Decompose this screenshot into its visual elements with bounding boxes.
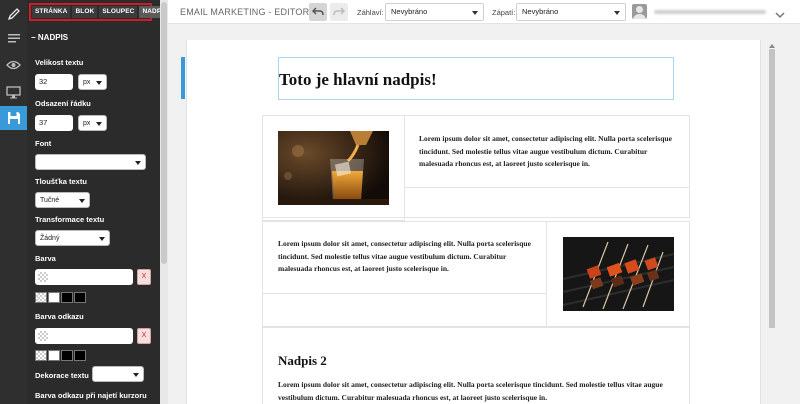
save-icon[interactable] [0,106,27,130]
caret-down-icon [135,161,141,165]
font-size-unit-value: px [83,79,91,86]
caret-down-icon [99,237,105,241]
swatch-white[interactable] [48,350,60,361]
footer-select-label: Zápatí: [492,8,516,17]
color-swatches [35,292,86,303]
line-height-label: Odsazení řádku [35,99,91,108]
line-height-unit-select[interactable]: px [78,115,107,131]
tab-nadpis[interactable]: NADPIS [139,6,160,18]
skewers-photo[interactable] [563,237,674,311]
avatar[interactable] [632,4,647,19]
main-heading[interactable]: Toto je hlavní nadpis! [279,70,437,90]
header-select[interactable]: Nevybráno [385,3,484,21]
swatch-black-2[interactable] [74,350,86,361]
text-transform-label: Transformace textu [35,215,105,224]
hover-link-color-label: Barva odkazu při najetí kurzoru [35,391,147,400]
text-transform-value: Žádný [40,235,60,242]
header-select-value: Nevybráno [391,7,428,16]
caret-down-icon [96,81,102,85]
font-size-unit-select[interactable]: px [78,74,107,90]
transparent-swatch [38,331,48,341]
tab-blok[interactable]: BLOK [72,6,98,18]
element-tabs: STRÁNKA BLOK SLOUPEC NADPIS [29,3,160,21]
panel-scrollbar-thumb[interactable] [161,2,167,264]
font-size-input[interactable]: 32 [35,74,73,90]
app-title: EMAIL MARKETING - EDITOR [180,7,310,17]
font-size-label: Velikost textu [35,58,84,67]
pencil-icon[interactable] [0,2,27,26]
line-height-unit-value: px [83,120,91,127]
editor-header: EMAIL MARKETING - EDITOR Záhlaví: Nevybr… [168,0,800,24]
clear-color-button[interactable]: X [137,269,151,285]
text-decoration-select[interactable] [92,366,144,382]
panel-scrollbar[interactable] [160,0,168,404]
redo-icon [333,7,345,16]
selected-block-marker [181,57,185,99]
font-weight-select[interactable]: Tučné [35,192,90,208]
scroll-up-arrow-icon[interactable] [769,44,775,48]
undo-icon [312,7,324,16]
font-label: Font [35,139,52,148]
row-3-paragraph[interactable]: Lorem ipsum dolor sit amet, consectetur … [278,379,678,404]
caret-down-icon [96,122,102,126]
text-lines-icon[interactable] [0,27,27,51]
canvas-scrollbar-thumb[interactable] [769,49,775,328]
undo-button[interactable] [309,3,327,21]
text-decoration-label: Dekorace textu [35,371,89,380]
swatch-white[interactable] [48,292,60,303]
swatch-black[interactable] [61,292,73,303]
font-weight-label: Tloušťka textu [35,177,87,186]
caret-down-icon [79,199,85,203]
header-select-label: Záhlaví: [357,8,384,17]
row-2-paragraph[interactable]: Lorem ipsum dolor sit amet, consectetur … [278,238,536,276]
link-color-input[interactable] [35,328,133,344]
row-1-paragraph[interactable]: Lorem ipsum dolor sit amet, consectetur … [419,133,677,171]
chevron-down-icon[interactable] [775,6,785,24]
font-select[interactable] [35,154,146,170]
icon-rail [0,0,27,404]
tab-stranka[interactable]: STRÁNKA [32,6,71,18]
redo-button[interactable] [330,3,348,21]
tab-sloupec[interactable]: SLOUPEC [99,6,138,18]
swatch-black[interactable] [61,350,73,361]
email-template: Toto je hlavní nadpis! Lorem ipsum dolor… [186,40,761,404]
user-name-blurred [654,10,766,14]
caret-down-icon [133,373,139,377]
section-toggle-nadpis[interactable]: − NADPIS [31,33,68,42]
font-weight-value: Tučné [40,197,60,204]
whisky-photo[interactable] [278,131,389,205]
swatch-black-2[interactable] [74,292,86,303]
settings-panel: STRÁNKA BLOK SLOUPEC NADPIS − NADPIS Vel… [27,0,160,404]
heading-2[interactable]: Nadpis 2 [278,353,327,369]
color-input[interactable] [35,269,133,285]
eye-icon[interactable] [0,53,27,77]
clear-link-color-button[interactable]: X [137,328,151,344]
footer-select-value: Nevybráno [522,7,559,16]
link-color-label: Barva odkazu [35,312,84,321]
transparent-swatch [38,272,48,282]
link-color-swatches [35,350,86,361]
canvas-scrollbar[interactable] [766,44,778,404]
swatch-transparent[interactable] [35,350,47,361]
swatch-transparent[interactable] [35,292,47,303]
monitor-icon[interactable] [0,80,27,104]
footer-select[interactable]: Nevybráno [516,3,626,21]
text-transform-select[interactable]: Žádný [35,230,110,246]
color-label: Barva [35,254,56,263]
caret-down-icon [614,11,620,15]
caret-down-icon [472,11,478,15]
line-height-input[interactable]: 37 [35,115,73,131]
